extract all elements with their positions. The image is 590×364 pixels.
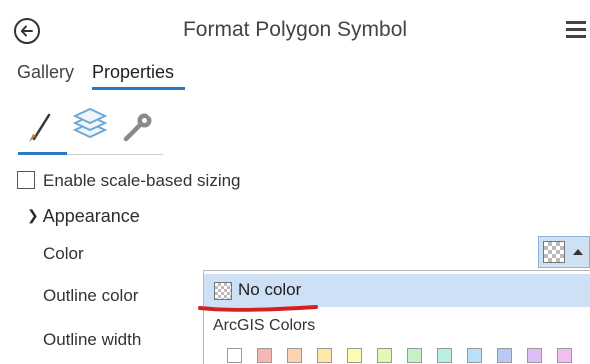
color-swatch[interactable] bbox=[347, 348, 362, 363]
color-swatch[interactable] bbox=[557, 348, 572, 363]
tab-properties[interactable]: Properties bbox=[92, 62, 174, 83]
chevron-down-icon: ❯ bbox=[27, 207, 39, 223]
color-swatch[interactable] bbox=[377, 348, 392, 363]
appearance-label: Appearance bbox=[42, 206, 140, 226]
icon-tab-selected-indicator bbox=[18, 152, 67, 155]
icon-tab-symbol[interactable] bbox=[22, 106, 62, 146]
hamburger-menu-icon[interactable] bbox=[566, 21, 586, 39]
no-color-swatch bbox=[543, 241, 565, 263]
layers-icon bbox=[72, 107, 108, 139]
scale-sizing-label[interactable]: Enable scale-based sizing bbox=[43, 171, 241, 191]
color-swatch[interactable] bbox=[527, 348, 542, 363]
color-swatch[interactable] bbox=[497, 348, 512, 363]
no-color-swatch bbox=[214, 282, 232, 300]
color-swatch[interactable] bbox=[257, 348, 272, 363]
icon-tab-divider bbox=[67, 154, 163, 155]
icon-tab-settings[interactable] bbox=[119, 106, 159, 146]
brush-icon bbox=[29, 113, 51, 142]
wrench-icon bbox=[123, 113, 153, 142]
color-label: Color bbox=[43, 244, 84, 263]
tab-selected-indicator bbox=[92, 87, 185, 90]
outline-width-label: Outline width bbox=[43, 330, 142, 349]
no-color-label: No color bbox=[238, 280, 302, 299]
pane-title: Format Polygon Symbol bbox=[182, 18, 408, 41]
appearance-section-header[interactable]: ❯ Appearance bbox=[27, 206, 140, 227]
chevron-up-icon bbox=[573, 249, 583, 255]
icon-tab-layers[interactable] bbox=[72, 106, 112, 146]
color-swatch[interactable] bbox=[407, 348, 422, 363]
scale-sizing-checkbox[interactable] bbox=[17, 171, 35, 189]
color-picker-button[interactable] bbox=[538, 236, 590, 268]
arcgis-colors-label: ArcGIS Colors bbox=[213, 317, 316, 334]
color-swatch[interactable] bbox=[317, 348, 332, 363]
red-underline-annotation bbox=[198, 305, 318, 312]
outline-color-label: Outline color bbox=[43, 286, 139, 305]
color-swatch[interactable] bbox=[437, 348, 452, 363]
tab-gallery[interactable]: Gallery bbox=[17, 62, 74, 83]
color-swatch[interactable] bbox=[467, 348, 482, 363]
color-swatch[interactable] bbox=[287, 348, 302, 363]
color-swatch[interactable] bbox=[227, 348, 242, 363]
